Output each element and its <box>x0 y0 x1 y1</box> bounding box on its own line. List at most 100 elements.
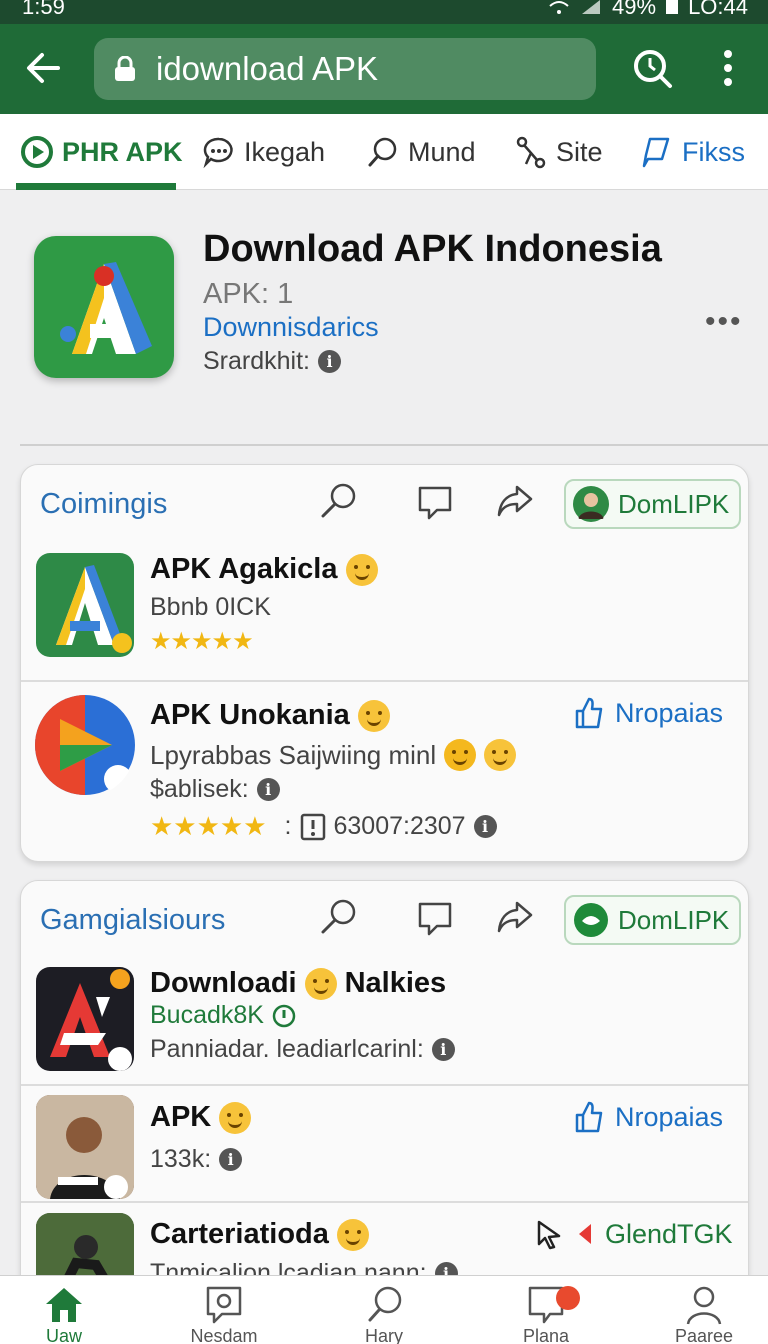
battery-percent: 49% <box>612 0 657 19</box>
info-icon[interactable]: i <box>431 1038 455 1061</box>
row-divider <box>21 680 748 682</box>
app-logo-icon <box>34 236 174 378</box>
tab-label: Mund <box>408 136 476 167</box>
nav-label: Nesdam <box>190 1326 258 1344</box>
app-icon-apk-photo[interactable] <box>36 1095 134 1199</box>
comment-icon[interactable] <box>415 483 455 523</box>
overflow-dots-icon[interactable]: ••• <box>705 305 743 339</box>
nav-hary[interactable]: Hary <box>324 1284 444 1344</box>
section-card-gamgialsiours: Gamgialsiours DomLIPK Downloadi Nalkies … <box>20 880 749 1300</box>
app-name-text: APK Agakicla <box>150 553 338 585</box>
more-menu-icon[interactable] <box>714 46 742 90</box>
search-button[interactable] <box>630 46 674 90</box>
nav-plana[interactable]: Plana <box>486 1284 606 1344</box>
search-icon[interactable] <box>319 897 359 937</box>
app-name-text: APK Unokania <box>150 699 350 731</box>
side-action-label: Nropaias <box>615 697 724 728</box>
smile-emoji-icon <box>357 699 390 732</box>
bookmark-icon <box>642 137 670 168</box>
pill-label: DomLIPK <box>618 488 730 519</box>
avatar <box>573 486 609 522</box>
nav-label: Hary <box>364 1326 403 1344</box>
whatsapp-icon <box>574 903 608 937</box>
url-text: idownload APK <box>156 50 378 87</box>
app-version: APK: 1 <box>203 278 294 310</box>
status-bar: 1:59 49% LO:44 <box>0 0 768 24</box>
nav-label: Paaree <box>674 1326 734 1344</box>
download-apk-button[interactable]: DomLIPK <box>564 895 742 945</box>
page-title: Download APK Indonesia <box>203 228 662 270</box>
row-divider <box>21 1201 748 1203</box>
tab-fikss[interactable]: Fikss <box>640 114 745 190</box>
tab-mund[interactable]: Mund <box>366 114 476 190</box>
app-subtitle: Bbnb 0ICK <box>150 593 271 621</box>
cursor-icon <box>537 1220 561 1250</box>
tab-label: Fikss <box>682 136 745 167</box>
app-bar: idownload APK <box>0 24 768 114</box>
smile-emoji-icon <box>345 553 378 586</box>
comment-icon[interactable] <box>415 899 455 939</box>
message-icon <box>206 1286 242 1324</box>
section-divider <box>20 444 768 446</box>
info-icon[interactable]: i <box>256 778 280 801</box>
info-icon[interactable]: i <box>317 350 341 373</box>
battery-icon <box>666 0 679 14</box>
back-arrow-icon[interactable] <box>22 46 66 90</box>
download-apk-button[interactable]: DomLIPK <box>564 479 742 529</box>
nav-paaree[interactable]: Paaree <box>644 1284 764 1344</box>
tab-ikegah[interactable]: Ikegah <box>202 114 325 190</box>
rating-row: ★★★★★ : 63007:2307 i <box>150 811 497 842</box>
section-card-coimingis: Coimingis DomLIPK APK Agakicla Bbnb 0ICK… <box>20 464 749 862</box>
app-name-text: Downloadi <box>150 967 297 999</box>
nav-home[interactable]: Uaw <box>4 1284 124 1344</box>
status-time: 1:59 <box>22 0 65 19</box>
app-icon-downloadi[interactable] <box>36 967 134 1071</box>
tab-bar: PHR APK Ikegah Mund Site Fikss <box>0 114 768 190</box>
app-title: APK <box>150 1101 252 1134</box>
tab-label: PHR APK <box>62 136 183 167</box>
info-icon[interactable]: i <box>473 815 497 838</box>
tab-phr-apk[interactable]: PHR APK <box>20 114 183 190</box>
share-arrow-icon[interactable] <box>495 897 535 937</box>
info-icon[interactable]: i <box>219 1148 243 1171</box>
smile-emoji-icon <box>336 1218 369 1251</box>
app-name-text: Carteriatioda <box>150 1218 329 1250</box>
verified-icon <box>272 1004 296 1027</box>
section-title: Gamgialsiours <box>40 904 226 936</box>
wink-emoji-icon <box>484 739 517 771</box>
section-title: Coimingis <box>40 488 168 520</box>
tab-site[interactable]: Site <box>514 114 603 190</box>
tab-label: Site <box>556 136 603 167</box>
app-title: APK Unokania <box>150 699 390 732</box>
app-name-text: APK <box>150 1101 212 1133</box>
side-action-label: Nropaias <box>615 1101 724 1132</box>
status-clock: LO:44 <box>688 0 748 19</box>
app-title: APK Agakicla <box>150 553 378 586</box>
lock-icon <box>114 55 136 82</box>
chat-bubble-icon <box>203 137 233 169</box>
app-title: Downloadi Nalkies <box>150 967 446 1000</box>
search-icon <box>368 1286 402 1322</box>
app-meta-label: 133k: <box>150 1145 212 1173</box>
smile-emoji-icon <box>304 967 337 1000</box>
url-bar[interactable]: idownload APK <box>94 38 596 100</box>
app-subtitle: Bucadk8K <box>150 1001 296 1030</box>
app-meta: Srardkhit: i <box>203 347 341 376</box>
profile-icon <box>686 1286 722 1325</box>
nav-nesdam[interactable]: Nesdam <box>164 1284 284 1344</box>
nav-label: Plana <box>522 1326 570 1344</box>
developer-link[interactable]: Downnisdarics <box>203 312 379 343</box>
side-action-link[interactable]: Nropaias <box>573 697 723 729</box>
share-icon <box>516 136 546 169</box>
app-meta: 133k: i <box>150 1145 243 1174</box>
download-count: 63007:2307 <box>333 812 466 840</box>
laugh-emoji-icon <box>444 739 477 771</box>
app-icon-unokania[interactable] <box>34 693 136 797</box>
separator: : <box>284 812 292 840</box>
search-icon[interactable] <box>319 481 359 521</box>
side-action-link[interactable]: Nropaias <box>573 1101 723 1133</box>
side-action-link[interactable]: GlendTGK <box>533 1218 733 1250</box>
wink-emoji-icon <box>219 1101 252 1134</box>
app-icon-agakicla[interactable] <box>36 553 134 657</box>
share-arrow-icon[interactable] <box>495 481 535 521</box>
